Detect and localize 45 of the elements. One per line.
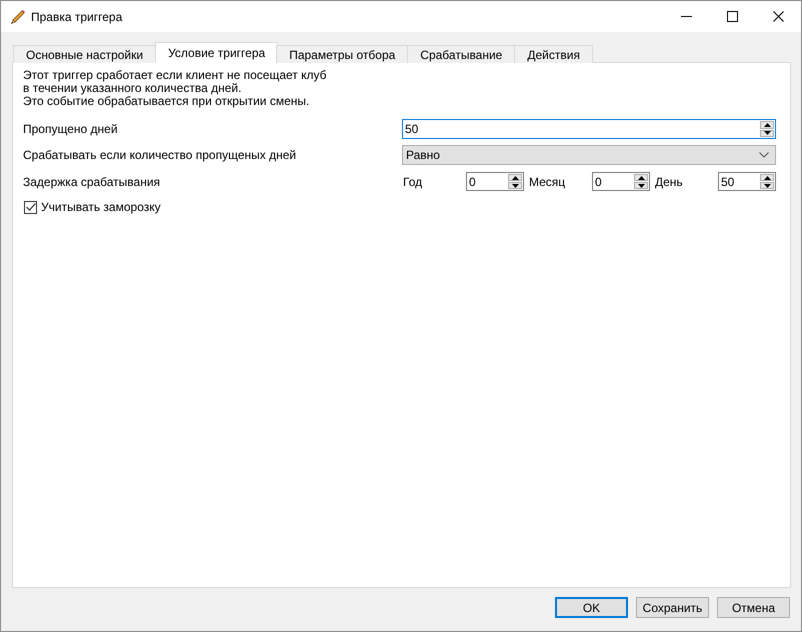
spin-up-button[interactable] xyxy=(760,174,774,181)
skipped-days-label: Пропущено дней xyxy=(23,121,119,138)
maximize-icon[interactable] xyxy=(726,11,738,22)
down-triangle-icon xyxy=(638,184,644,188)
spin-up-button[interactable] xyxy=(634,174,648,181)
tab[interactable]: Действия xyxy=(514,45,593,63)
spin-down-button[interactable] xyxy=(760,130,774,137)
up-triangle-icon xyxy=(512,176,518,180)
spin-down-button[interactable] xyxy=(634,182,648,189)
spin-up-button[interactable] xyxy=(760,121,774,128)
up-triangle-icon xyxy=(764,122,770,127)
down-triangle-icon xyxy=(512,184,518,188)
tab[interactable]: Условие триггера xyxy=(155,42,278,63)
delay-spinbox[interactable]: 50 xyxy=(718,172,776,191)
minimize-icon[interactable] xyxy=(680,16,692,17)
up-triangle-icon xyxy=(638,176,644,180)
condition-dropdown[interactable]: Равно xyxy=(402,145,776,165)
delay-spinbox[interactable]: 0 xyxy=(592,172,650,191)
condition-label: Срабатывать если количество пропущеных дней xyxy=(23,147,298,164)
window-title: Правка триггера xyxy=(31,8,122,26)
spin-down-button[interactable] xyxy=(508,182,522,189)
pencil-icon xyxy=(10,8,26,24)
freeze-checkbox[interactable] xyxy=(24,200,37,214)
spin-down-button[interactable] xyxy=(760,182,774,189)
description-text: Этот триггер сработает если клиент не посещает клуб в течении указанного количества дней. Это событие обрабатывается при открытии смены. xyxy=(23,69,328,108)
down-triangle-icon xyxy=(764,184,770,188)
down-triangle-icon xyxy=(764,131,770,136)
dialog-button[interactable]: Сохранить xyxy=(636,597,709,618)
delay-unit-label: День xyxy=(655,174,684,190)
freeze-label: Учитывать заморозку xyxy=(41,199,161,216)
chevron-down-icon xyxy=(759,152,769,158)
dialog-button[interactable]: OK xyxy=(555,597,628,618)
delay-label: Задержка срабатывания xyxy=(23,174,162,190)
delay-unit-label: Год xyxy=(403,174,424,190)
checkmark-icon xyxy=(26,203,36,211)
close-icon[interactable] xyxy=(772,11,784,22)
tab[interactable]: Срабатывание xyxy=(407,45,516,63)
tab[interactable]: Основные настройки xyxy=(13,45,156,63)
delay-unit-label: Месяц xyxy=(529,174,566,190)
dialog-button[interactable]: Отмена xyxy=(717,597,790,618)
spin-up-button[interactable] xyxy=(508,174,522,181)
tab[interactable]: Параметры отбора xyxy=(276,45,408,63)
skipped-days-spinbox[interactable]: 50 xyxy=(402,119,776,139)
delay-spinbox[interactable]: 0 xyxy=(466,172,524,191)
up-triangle-icon xyxy=(764,176,770,180)
